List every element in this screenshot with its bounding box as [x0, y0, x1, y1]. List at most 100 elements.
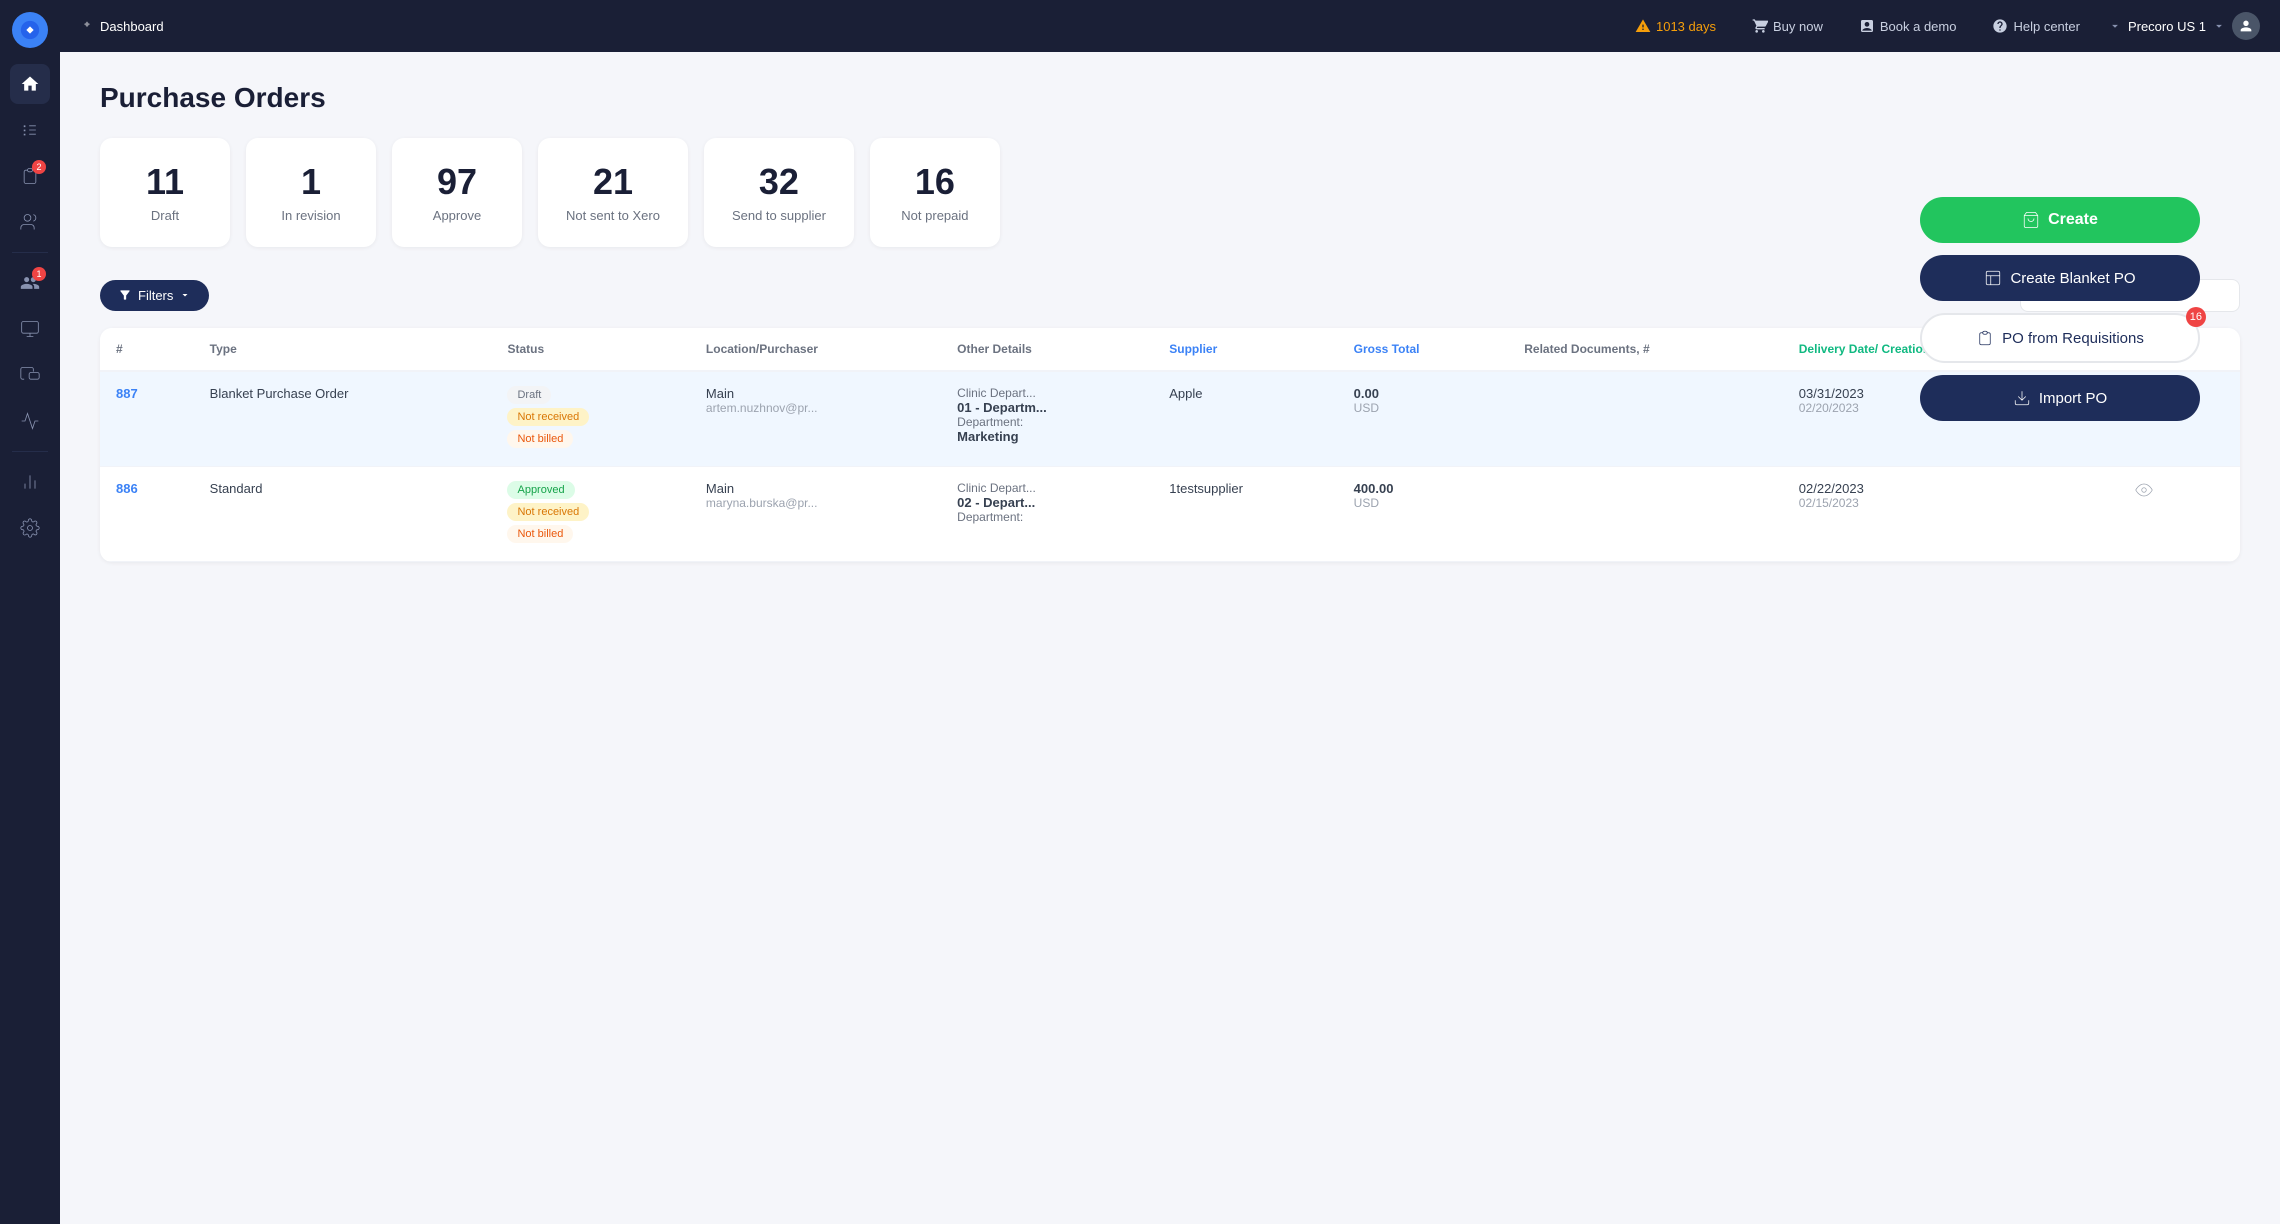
col-other-details: Other Details: [941, 328, 1153, 371]
sidebar-item-reports[interactable]: [10, 401, 50, 441]
col-gross-total: Gross Total: [1338, 328, 1509, 371]
buy-now-item[interactable]: Buy now: [1744, 14, 1831, 38]
delivery-date: 02/22/2023: [1799, 481, 2103, 496]
view-icon[interactable]: [2135, 481, 2224, 499]
stat-number-send-supplier: 32: [759, 162, 799, 202]
sidebar-item-analytics[interactable]: [10, 462, 50, 502]
stat-label-approve: Approve: [433, 208, 481, 223]
po-badge: 1: [32, 267, 46, 281]
status-badge: Approved: [507, 481, 574, 499]
col-number: #: [100, 328, 194, 371]
stat-label-not-sent-xero: Not sent to Xero: [566, 208, 660, 223]
sidebar-item-requests[interactable]: 2: [10, 156, 50, 196]
stat-label-draft: Draft: [151, 208, 179, 223]
book-demo-item[interactable]: Book a demo: [1851, 14, 1965, 38]
col-related-docs: Related Documents, #: [1508, 328, 1783, 371]
sidebar-item-catalog[interactable]: [10, 110, 50, 150]
avatar[interactable]: [2232, 12, 2260, 40]
dept-name: Marketing: [957, 429, 1137, 444]
dashboard-nav[interactable]: Dashboard: [80, 19, 164, 34]
status-badge: Not billed: [507, 430, 573, 448]
topbar-dashboard-label: Dashboard: [100, 19, 164, 34]
table-row[interactable]: 887 Blanket Purchase Order DraftNot rece…: [100, 371, 2240, 467]
alert-days-item[interactable]: 1013 days: [1627, 14, 1724, 38]
table-toolbar: Filters: [100, 279, 2240, 312]
row-status: ApprovedNot receivedNot billed: [491, 466, 689, 561]
row-details: Clinic Depart... 01 - Departm... Departm…: [941, 371, 1153, 467]
creation-date: 02/15/2023: [1799, 496, 2103, 510]
row-related-docs: [1508, 371, 1783, 467]
purchaser-email: artem.nuzhnov@pr...: [706, 401, 925, 415]
stat-label-not-prepaid: Not prepaid: [901, 208, 968, 223]
row-location: Main maryna.burska@pr...: [690, 466, 941, 561]
app-logo[interactable]: [12, 12, 48, 48]
stat-card-revision[interactable]: 1 In revision: [246, 138, 376, 247]
org-selector[interactable]: Precoro US 1: [2108, 12, 2260, 40]
help-center-item[interactable]: Help center: [1984, 14, 2087, 38]
topbar: Dashboard 1013 days Buy now Book a demo …: [60, 0, 2280, 52]
purchaser-email: maryna.burska@pr...: [706, 496, 925, 510]
col-location: Location/Purchaser: [690, 328, 941, 371]
dept-code: 02 - Depart...: [957, 495, 1137, 510]
create-button[interactable]: Create: [1920, 197, 2200, 243]
book-demo-text: Book a demo: [1880, 19, 1957, 34]
stat-card-send-supplier[interactable]: 32 Send to supplier: [704, 138, 854, 247]
sidebar-item-invoices[interactable]: [10, 309, 50, 349]
page-title: Purchase Orders: [100, 82, 2240, 114]
org-name: Precoro US 1: [2128, 19, 2206, 34]
amount-currency: USD: [1354, 401, 1493, 415]
table-row[interactable]: 886 Standard ApprovedNot receivedNot bil…: [100, 466, 2240, 561]
help-center-text: Help center: [2013, 19, 2079, 34]
dept-label: Clinic Depart...: [957, 481, 1137, 495]
filters-button[interactable]: Filters: [100, 280, 209, 311]
location-main: Main: [706, 386, 925, 401]
amount-value: 0.00: [1354, 386, 1493, 401]
stat-number-draft: 11: [146, 162, 184, 202]
content-area: Purchase Orders 11 Draft 1 In revision 9…: [60, 52, 2280, 1224]
col-supplier: Supplier: [1153, 328, 1337, 371]
import-po-label: Import PO: [2039, 390, 2107, 407]
stat-card-not-prepaid[interactable]: 16 Not prepaid: [870, 138, 1000, 247]
po-requisitions-badge: 16: [2186, 307, 2206, 327]
row-id[interactable]: 887: [100, 371, 194, 467]
row-related-docs: [1508, 466, 1783, 561]
status-badge: Draft: [507, 386, 551, 404]
row-id[interactable]: 886: [100, 466, 194, 561]
stat-card-draft[interactable]: 11 Draft: [100, 138, 230, 247]
po-from-requisitions-button[interactable]: PO from Requisitions 16: [1920, 313, 2200, 363]
stat-card-not-sent-xero[interactable]: 21 Not sent to Xero: [538, 138, 688, 247]
sidebar: 2 1: [0, 0, 60, 1224]
row-status: DraftNot receivedNot billed: [491, 371, 689, 467]
import-po-button[interactable]: Import PO: [1920, 375, 2200, 421]
col-type: Type: [194, 328, 492, 371]
stat-number-revision: 1: [301, 162, 321, 202]
dept-code: 01 - Departm...: [957, 400, 1137, 415]
create-blanket-po-button[interactable]: Create Blanket PO: [1920, 255, 2200, 301]
row-type: Standard: [194, 466, 492, 561]
dept-type-label: Department:: [957, 510, 1137, 524]
row-supplier: Apple: [1153, 371, 1337, 467]
row-location: Main artem.nuzhnov@pr...: [690, 371, 941, 467]
row-gross-total: 0.00 USD: [1338, 371, 1509, 467]
sidebar-item-home[interactable]: [10, 64, 50, 104]
stat-card-approve[interactable]: 97 Approve: [392, 138, 522, 247]
row-gross-total: 400.00 USD: [1338, 466, 1509, 561]
row-dates: 02/22/2023 02/15/2023: [1783, 466, 2119, 561]
sidebar-item-settings[interactable]: [10, 508, 50, 548]
row-details: Clinic Depart... 02 - Depart... Departme…: [941, 466, 1153, 561]
filters-label: Filters: [138, 288, 173, 303]
row-action: [2119, 466, 2240, 561]
dept-type-label: Department:: [957, 415, 1137, 429]
stats-row: 11 Draft 1 In revision 97 Approve 21 Not…: [100, 138, 2240, 247]
row-type: Blanket Purchase Order: [194, 371, 492, 467]
sidebar-item-purchase-orders[interactable]: 1: [10, 263, 50, 303]
sidebar-divider-1: [12, 252, 48, 253]
sidebar-item-users[interactable]: [10, 202, 50, 242]
location-main: Main: [706, 481, 925, 496]
status-badge: Not billed: [507, 525, 573, 543]
alert-days-text: 1013 days: [1656, 19, 1716, 34]
sidebar-item-receiving[interactable]: [10, 355, 50, 395]
purchase-orders-table: # Type Status Location/Purchaser Other D…: [100, 328, 2240, 562]
stat-number-approve: 97: [437, 162, 477, 202]
create-blanket-po-label: Create Blanket PO: [2010, 270, 2135, 287]
